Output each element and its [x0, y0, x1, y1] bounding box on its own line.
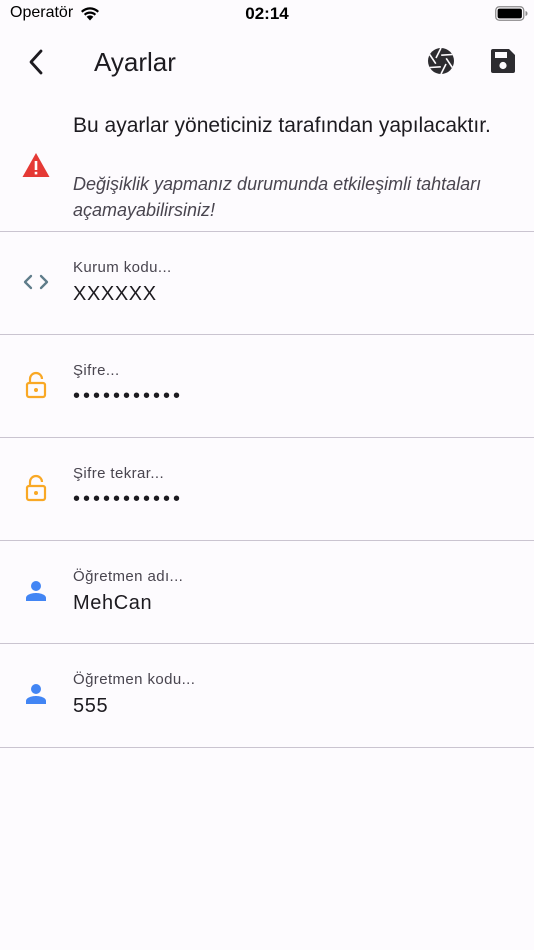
- institution-code-field[interactable]: Kurum kodu... XXXXXX: [0, 232, 534, 335]
- camera-shutter-icon: [428, 47, 454, 75]
- battery-icon: [495, 6, 528, 21]
- lock-open-icon: [22, 474, 50, 502]
- lock-open-icon: [22, 371, 50, 399]
- teacher-name-label: Öğretmen adı...: [73, 568, 184, 585]
- password-value[interactable]: •••••••••••: [73, 385, 183, 408]
- page-title: Ayarlar: [94, 47, 176, 77]
- password-repeat-label: Şifre tekrar...: [73, 465, 165, 482]
- code-icon: [22, 268, 50, 296]
- institution-code-value[interactable]: XXXXXX: [73, 283, 157, 306]
- person-icon: [22, 680, 50, 708]
- teacher-code-label: Öğretmen kodu...: [73, 671, 196, 688]
- save-button[interactable]: [486, 44, 520, 78]
- teacher-code-value[interactable]: 555: [73, 695, 108, 718]
- teacher-name-value[interactable]: MehCan: [73, 592, 152, 615]
- institution-code-label: Kurum kodu...: [73, 259, 172, 276]
- status-time: 02:14: [245, 4, 289, 23]
- warning-notice: Bu ayarlar yöneticiniz tarafından yapıla…: [0, 100, 534, 231]
- save-icon: [491, 49, 515, 73]
- password-label: Şifre...: [73, 362, 120, 379]
- chevron-left-icon: [29, 49, 43, 75]
- warning-title: Bu ayarlar yöneticiniz tarafından yapıla…: [73, 114, 491, 137]
- divider: [0, 747, 534, 748]
- teacher-name-field[interactable]: Öğretmen adı... MehCan: [0, 541, 534, 644]
- camera-button[interactable]: [424, 44, 458, 78]
- person-icon: [22, 577, 50, 605]
- warning-subtitle: Değişiklik yapmanız durumunda etkileşiml…: [73, 174, 482, 220]
- password-repeat-value[interactable]: •••••••••••: [73, 488, 183, 511]
- app-bar: Ayarlar: [0, 30, 534, 96]
- status-bar: Operatör 02:14: [0, 0, 534, 30]
- password-repeat-field[interactable]: Şifre tekrar... •••••••••••: [0, 438, 534, 541]
- back-button[interactable]: [18, 44, 54, 80]
- warning-icon: [22, 153, 50, 177]
- password-field[interactable]: Şifre... •••••••••••: [0, 335, 534, 438]
- teacher-code-field[interactable]: Öğretmen kodu... 555: [0, 644, 534, 747]
